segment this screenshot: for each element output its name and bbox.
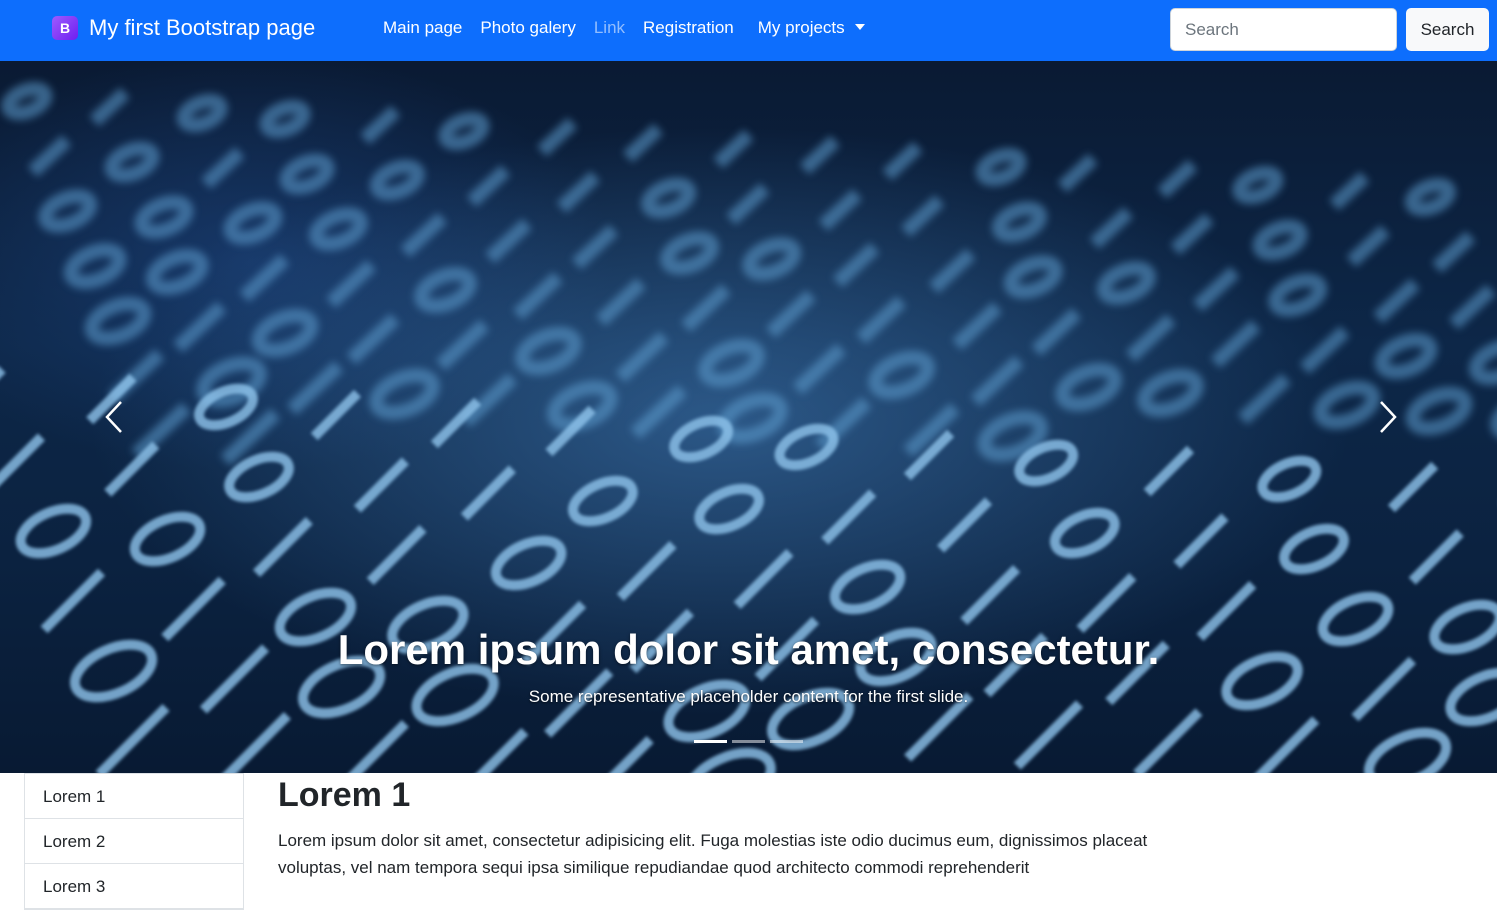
carousel-indicators: [694, 740, 808, 744]
brand-title[interactable]: My first Bootstrap page: [89, 15, 315, 41]
nav-link-registration[interactable]: Registration: [643, 18, 734, 38]
caret-down-icon: [854, 24, 865, 30]
carousel-caption-text: Some representative placeholder content …: [528, 687, 969, 706]
nav-link-main-page[interactable]: Main page: [383, 18, 462, 38]
search-input[interactable]: [1170, 8, 1397, 51]
sidebar-item-lorem-2[interactable]: Lorem 2: [25, 819, 243, 864]
carousel-indicator-3[interactable]: [770, 740, 803, 743]
sidebar-item-lorem-3[interactable]: Lorem 3: [25, 864, 243, 909]
chevron-left-icon: [105, 401, 122, 433]
sidebar-list: Lorem 1 Lorem 2 Lorem 3: [24, 773, 244, 910]
carousel-indicator-2[interactable]: [732, 740, 765, 743]
navbar: B My first Bootstrap page Main page Photo…: [0, 0, 1497, 61]
search-button[interactable]: Search: [1406, 8, 1489, 51]
carousel-next-button[interactable]: [1358, 386, 1418, 446]
nav-link-link: Link: [593, 18, 626, 37]
nav-dropdown-my-projects[interactable]: My projects: [758, 18, 865, 38]
bootstrap-logo-icon[interactable]: B: [52, 16, 78, 40]
nav-links: Main page Photo galery Link Registration My …: [383, 18, 883, 42]
carousel-prev-button[interactable]: [84, 386, 144, 446]
sidebar-item-lorem-1[interactable]: Lorem 1: [25, 774, 243, 819]
carousel-indicator-1[interactable]: [694, 740, 727, 743]
content-title: Lorem 1: [278, 776, 411, 814]
carousel: Lorem ipsum dolor sit amet, consectetur.…: [0, 61, 1497, 773]
dropdown-label: My projects: [757, 18, 845, 37]
carousel-caption-title: Lorem ipsum dolor sit amet, consectetur.: [337, 626, 1160, 673]
nav-link-photo-galery[interactable]: Photo galery: [480, 18, 575, 38]
content-paragraph: Lorem ipsum dolor sit amet, consectetur …: [278, 831, 1148, 877]
chevron-right-icon: [1380, 401, 1397, 433]
